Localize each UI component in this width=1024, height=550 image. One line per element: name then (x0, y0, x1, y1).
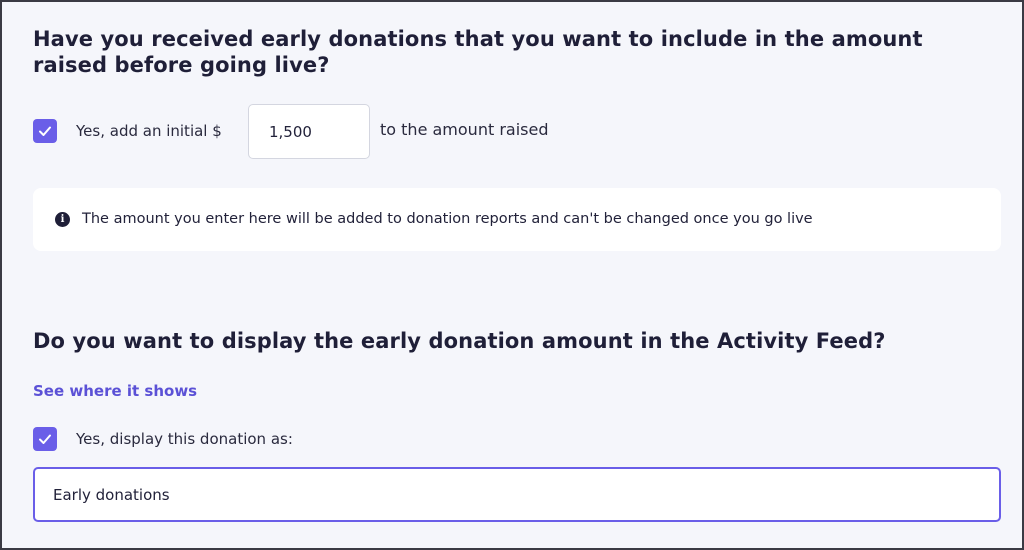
display-donation-label: Yes, display this donation as: (76, 430, 293, 448)
display-donation-checkbox[interactable] (33, 427, 57, 451)
display-name-input[interactable] (33, 467, 1001, 522)
page-frame: Have you received early donations that y… (0, 0, 1024, 550)
initial-amount-input[interactable] (248, 104, 370, 159)
activity-feed-question: Do you want to display the early donatio… (33, 329, 886, 353)
checkmark-icon (39, 434, 51, 444)
amount-raised-label: to the amount raised (380, 120, 549, 139)
see-where-it-shows-link[interactable]: See where it shows (33, 381, 197, 401)
include-early-donations-checkbox[interactable] (33, 119, 57, 143)
checkmark-icon (39, 126, 51, 136)
initial-amount-label: Yes, add an initial $ (76, 122, 222, 140)
info-icon: i (55, 212, 70, 227)
info-notice: i The amount you enter here will be adde… (33, 188, 1001, 251)
early-donations-question: Have you received early donations that y… (33, 27, 923, 77)
info-notice-text: The amount you enter here will be added … (82, 211, 813, 227)
